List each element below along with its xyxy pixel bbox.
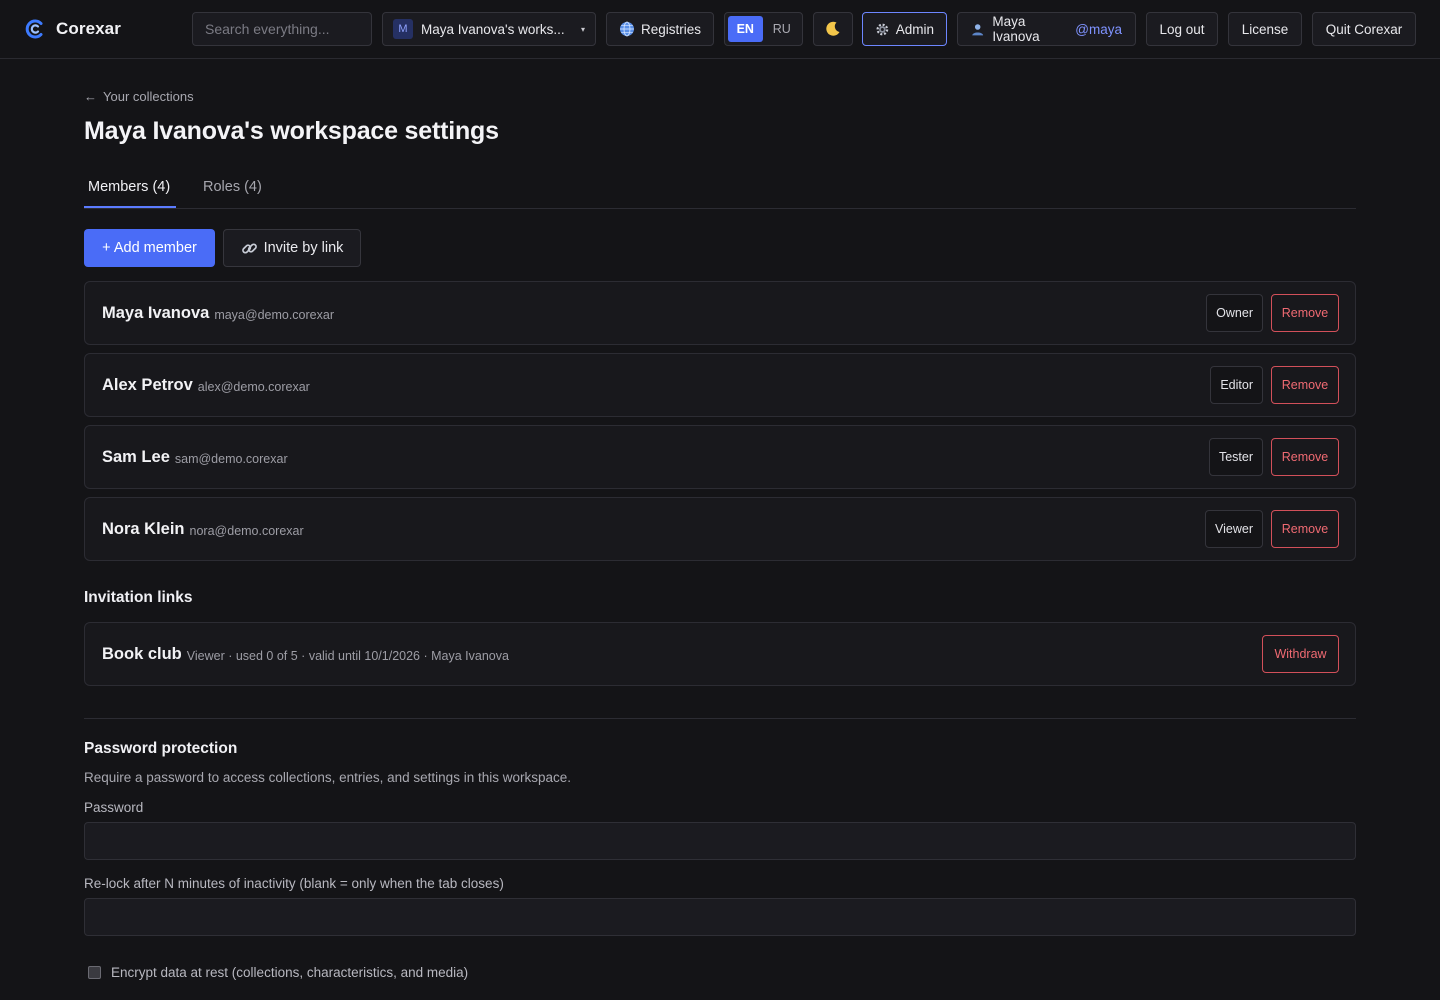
password-field [84,822,1356,860]
settings-tabs: Members (4) Roles (4) [84,169,1356,209]
language-option-ru[interactable]: RU [765,16,800,42]
member-row: Maya Ivanova maya@demo.corexar Owner Rem… [84,281,1356,345]
relock-label: Re-lock after N minutes of inactivity (b… [84,876,504,891]
theme-toggle-button[interactable] [813,12,853,46]
back-link-label: Your collections [103,89,194,104]
member-name: Sam Lee [102,447,170,466]
workspace-avatar: M [393,19,413,39]
back-link[interactable]: ← Your collections [84,89,194,104]
member-role-select[interactable]: Owner [1206,294,1263,332]
relock-field [84,898,1356,936]
globe-icon [619,21,634,37]
invite-by-link-label: Invite by link [263,240,344,256]
registries-label: Registries [640,21,701,37]
remove-member-button[interactable]: Remove [1271,366,1339,404]
license-button[interactable]: License [1228,12,1302,46]
relock-minutes-input[interactable] [85,899,1355,935]
password-protection-description: Require a password to access collections… [84,770,571,785]
member-list: Maya Ivanova maya@demo.corexar Owner Rem… [84,281,1356,569]
invitation-row: Book club Viewer · used 0 of 5 · valid u… [84,622,1356,686]
password-label: Password [84,800,144,815]
member-name: Maya Ivanova [102,303,210,322]
page-title: Maya Ivanova's workspace settings [84,117,499,145]
member-role-select[interactable]: Editor [1210,366,1263,404]
workspace-name: Maya Ivanova's works... [421,21,565,37]
invitation-name: Book club [102,644,182,663]
invite-by-link-button[interactable]: Invite by link [223,229,361,267]
tab-roles[interactable]: Roles (4) [203,179,262,195]
tab-members[interactable]: Members (4) [88,179,170,195]
link-icon [241,242,257,254]
member-name: Nora Klein [102,519,185,538]
member-email: alex@demo.corexar [197,379,310,394]
quit-button[interactable]: Quit Corexar [1312,12,1416,46]
withdraw-invitation-button[interactable]: Withdraw [1262,635,1339,673]
admin-label: Admin [895,21,934,37]
encrypt-option: Encrypt data at rest (collections, chara… [88,965,468,980]
moon-icon [826,21,840,36]
logout-button[interactable]: Log out [1146,12,1218,46]
encrypt-label: Encrypt data at rest (collections, chara… [111,965,469,980]
section-divider [84,718,1356,719]
brand[interactable]: Corexar [24,16,121,42]
member-email: maya@demo.corexar [214,307,334,322]
registries-button[interactable]: Registries [606,12,714,46]
app-name: Corexar [56,19,121,38]
password-input[interactable] [85,823,1355,859]
user-name: Maya Ivanova [992,14,1040,44]
invitation-details: Viewer · used 0 of 5 · valid until 10/1/… [186,648,509,663]
member-email: sam@demo.corexar [174,451,288,466]
invitation-links-heading: Invitation links [84,589,193,606]
encrypt-checkbox[interactable] [88,966,101,979]
member-row: Nora Klein nora@demo.corexar Viewer Remo… [84,497,1356,561]
remove-member-button[interactable]: Remove [1271,510,1339,548]
language-option-en[interactable]: EN [728,16,763,42]
active-tab-indicator [84,206,176,208]
chevron-down-icon: ▾ [580,24,585,34]
remove-member-button[interactable]: Remove [1271,294,1339,332]
user-menu[interactable]: Maya Ivanova @maya [957,12,1136,46]
gear-icon [876,23,889,35]
member-name: Alex Petrov [102,375,193,394]
top-bar: Corexar M Maya Ivanova's works... ▾ Regi… [0,0,1440,59]
language-switcher: EN RU [724,12,803,46]
member-actions: + Add member Invite by link [84,229,361,267]
member-row: Alex Petrov alex@demo.corexar Editor Rem… [84,353,1356,417]
corexar-logo-icon [25,19,43,39]
workspace-selector[interactable]: M Maya Ivanova's works... ▾ [382,12,596,46]
admin-button[interactable]: Admin [862,12,947,46]
member-role-select[interactable]: Viewer [1205,510,1263,548]
member-row: Sam Lee sam@demo.corexar Tester Remove [84,425,1356,489]
member-role-select[interactable]: Tester [1208,438,1263,476]
remove-member-button[interactable]: Remove [1271,438,1339,476]
search-box[interactable] [192,12,372,46]
add-member-button[interactable]: + Add member [84,229,215,267]
member-email: nora@demo.corexar [189,523,304,538]
user-icon [972,23,984,35]
user-handle: @maya [1075,21,1122,37]
search-input[interactable] [205,21,359,37]
password-protection-heading: Password protection [84,740,238,757]
arrow-left-icon: ← [84,89,97,104]
